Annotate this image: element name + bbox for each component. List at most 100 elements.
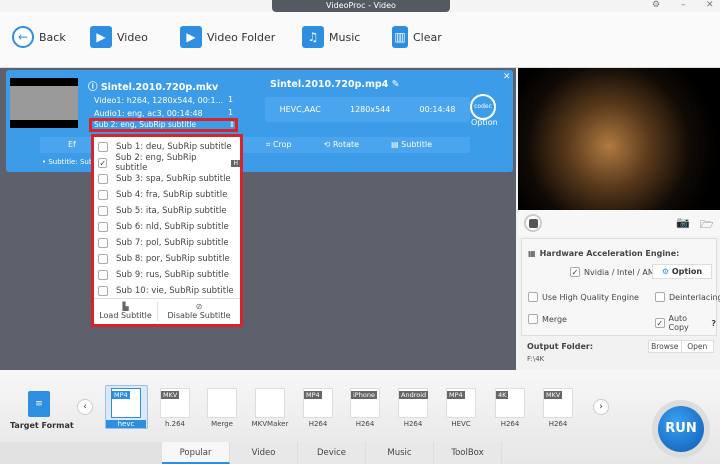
checkbox[interactable] [98,254,108,264]
snapshot-camera-icon[interactable]: 📷 [676,216,690,229]
subtitle-option[interactable]: Sub 10: vie, SubRip subtitle [94,283,240,299]
checkbox[interactable] [98,174,108,184]
open-folder-icon[interactable]: 🗁 [700,216,714,235]
clear-label: Clear [413,30,442,44]
codec-option-button[interactable]: Option [471,118,498,127]
format-icon: MKV [160,388,190,418]
format-item[interactable]: MP4 hevc [106,388,146,428]
stop-button[interactable] [524,214,542,232]
checkbox[interactable]: ✓ [98,158,108,168]
output-resolution: 1280x544 [349,105,391,114]
subtitle-option-label: Sub 3: spa, SubRip subtitle [116,174,231,184]
tab-popular[interactable]: Popular [162,442,230,464]
format-item[interactable]: MKV H264 [538,388,578,428]
format-item[interactable]: iPhone H264 [345,388,385,428]
output-filename[interactable]: Sintel.2010.720p.mp4 ✎ [270,79,400,90]
disable-subtitle-button[interactable]: ⊘ Disable Subtitle [158,302,240,321]
hardcode-badge: H [231,159,240,167]
open-button[interactable]: Open [682,341,714,352]
clear-button[interactable]: ▥ Clear [392,26,442,48]
video-track-select[interactable]: Video1: h264, 1280x544, 00:1... [94,96,223,105]
subtitle-option[interactable]: Sub 6: nld, SubRip subtitle [94,219,240,235]
deinterlacing-checkbox[interactable]: Deinterlacing [655,292,720,302]
tab-bar-left [0,442,162,464]
subtitle-option[interactable]: ✓ Sub 2: eng, SubRip subtitle H [94,153,240,173]
browse-button[interactable]: Browse [649,341,682,352]
video-card: ⓘ Sintel.2010.720p.mkv Video1: h264, 128… [6,70,513,172]
format-item[interactable]: MP4 H264 [298,388,338,428]
format-item[interactable]: 4K H264 [490,388,530,428]
subtitle-option-label: Sub 6: nld, SubRip subtitle [116,222,229,232]
add-video-folder-button[interactable]: ▶ Video Folder [180,26,275,48]
subtitle-dropdown: Sub 1: deu, SubRip subtitle ✓ Sub 2: eng, … [91,134,243,327]
audio-track-select[interactable]: Audio1: eng, ac3, 00:14:48 [94,109,203,118]
close-button[interactable]: ✕ [706,0,714,10]
hw-option-button[interactable]: ⚙ Option [652,264,712,279]
stop-icon [529,219,538,228]
target-format-label: Target Format [10,421,74,430]
checkbox[interactable] [98,222,108,232]
tab-video[interactable]: Video [230,442,298,464]
format-item[interactable]: Android H264 [393,388,433,428]
checkbox[interactable] [98,238,108,248]
disable-subtitle-icon: ⊘ [195,302,203,311]
subtitle-option-label: Sub 9: rus, SubRip subtitle [116,270,229,280]
output-duration: 00:14:48 [419,105,456,114]
checkbox[interactable] [98,286,108,296]
checkbox[interactable] [98,190,108,200]
subtitle-option[interactable]: Sub 9: rus, SubRip subtitle [94,267,240,283]
settings-gear-icon[interactable]: ⚙ [652,0,660,10]
format-icon: Android [398,388,429,418]
tab-device[interactable]: Device [298,442,366,464]
music-icon: ♫ [302,26,324,48]
run-button[interactable]: RUN [658,406,704,452]
hw-vendor-checkbox[interactable]: ✓ Nvidia / Intel / AMD [570,267,661,277]
tab-toolbox[interactable]: ToolBox [434,442,502,464]
checkbox[interactable] [98,206,108,216]
music-label: Music [329,30,361,44]
add-video-button[interactable]: ▶ Video [90,26,148,48]
checkbox[interactable] [98,142,108,152]
checkbox[interactable] [98,270,108,280]
subtitle-option-label: Sub 8: por, SubRip subtitle [116,254,230,264]
load-subtitle-button[interactable]: ▙ Load Subtitle [94,302,159,321]
help-icon: ? [711,318,716,328]
target-format-icon[interactable]: ≡ [28,391,50,417]
minimize-button[interactable]: – [681,0,686,10]
format-item[interactable]: MKV h.264 [155,388,195,428]
remove-video-icon[interactable]: ✕ [503,72,511,82]
format-item[interactable]: MP4 HEVC [441,388,481,428]
scroll-right-button[interactable]: › [593,399,609,415]
subtitle-option[interactable]: Sub 8: por, SubRip subtitle [94,251,240,267]
video-track-count: 1 [228,95,234,104]
crop-button[interactable]: ⌗ Crop [266,137,292,153]
subtitle-option[interactable]: Sub 3: spa, SubRip subtitle [94,171,240,187]
format-icon: iPhone [350,388,380,418]
format-icon [207,388,237,418]
video-preview[interactable] [518,68,720,210]
tab-music[interactable]: Music [366,442,434,464]
subtitle-option[interactable]: Sub 4: fra, SubRip subtitle [94,187,240,203]
format-label: MKVMaker [251,420,289,428]
high-quality-checkbox[interactable]: Use High Quality Engine [528,292,639,302]
format-icon: MP4 [111,388,141,418]
format-icon: MP4 [446,388,476,418]
format-label: Merge [211,420,233,428]
format-item[interactable]: Merge [202,388,242,428]
rotate-button[interactable]: ⟲ Rotate [324,137,359,153]
auto-copy-checkbox[interactable]: ✓ Auto Copy? [655,314,716,332]
scroll-left-button[interactable]: ‹ [77,399,93,415]
back-button[interactable]: ← Back [12,26,66,48]
effect-button[interactable]: Ef [68,137,76,153]
subtitle-button[interactable]: ▤ Subtitle [391,137,432,153]
format-item[interactable]: MKVMaker [250,388,290,428]
subtitle-track-select[interactable]: Sub 2: eng, SubRip subtitle ⇕ [89,118,238,132]
merge-checkbox[interactable]: Merge [528,314,567,324]
codec-gear-icon[interactable]: codec [470,94,496,120]
add-music-button[interactable]: ♫ Music [302,26,360,48]
video-thumbnail[interactable] [10,78,78,128]
back-arrow-icon: ← [12,26,34,48]
subtitle-option[interactable]: Sub 7: pol, SubRip subtitle [94,235,240,251]
subtitle-option[interactable]: Sub 5: ita, SubRip subtitle [94,203,240,219]
video-label: Video [117,30,148,44]
